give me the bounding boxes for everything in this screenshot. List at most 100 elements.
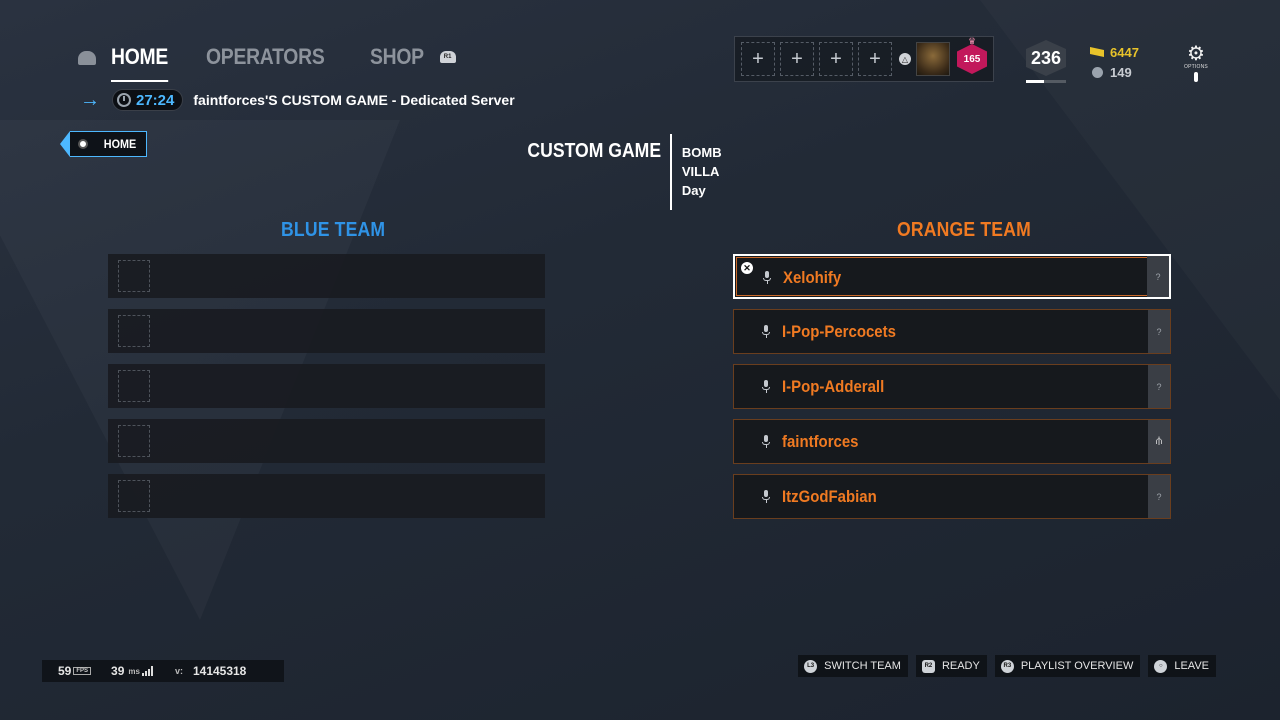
rank-badge: ♛ 165 [955,36,989,78]
player-slot[interactable]: ✕ Xelohify ? [733,254,1171,299]
playlist-overview-button[interactable]: R3 PLAYLIST OVERVIEW [994,655,1141,677]
ping-value: 39 [111,664,125,678]
clock-icon [117,93,131,107]
status-badge: ? [1148,475,1170,518]
divider [669,134,672,210]
tab-home[interactable]: HOME [111,44,168,82]
game-mode: BOMB [681,145,722,160]
level-value: 236 [1026,40,1066,76]
gear-icon: ⚙ [1187,43,1205,65]
timer-value: 27:24 [136,91,175,109]
empty-avatar-placeholder [118,480,150,512]
player-level: 236 [1026,40,1066,84]
renown-icon [1090,47,1104,57]
microphone-icon [762,435,770,449]
invite-slot-button[interactable]: + [858,42,892,76]
player-name: ItzGodFabian [782,487,877,506]
game-info: CUSTOM GAME BOMB VILLA Day [508,134,722,210]
server-name: faintforces'S CUSTOM GAME - Dedicated Se… [193,92,515,108]
tab-shop[interactable]: SHOP [370,44,424,76]
r1-shoulder-icon: R1 [439,51,456,63]
empty-player-slot[interactable] [108,309,545,353]
game-time-of-day: Day [681,183,706,198]
renown-value: 6447 [1110,44,1139,60]
player-slot[interactable]: ItzGodFabian ? [733,474,1171,519]
player-name: I-Pop-Adderall [782,377,885,396]
fps-value: 59 [58,664,72,678]
leave-button[interactable]: ○ LEAVE [1148,655,1216,677]
l1-shoulder-icon [78,51,96,65]
empty-player-slot[interactable] [108,474,545,518]
empty-player-slot[interactable] [108,254,545,298]
fps-label: FPS [73,667,92,675]
breadcrumb-label: HOME [103,137,137,151]
microphone-icon [763,271,771,285]
status-badge: ? [1148,365,1170,408]
microphone-icon [762,380,770,394]
options-label: OPTIONS [1184,64,1208,70]
tab-operators[interactable]: OPERATORS [206,44,325,76]
triangle-button-icon: △ [899,53,911,65]
empty-avatar-placeholder [118,370,150,402]
performance-stats: 59 FPS 39 ms v: 14145318 [42,660,284,682]
invite-slot-button[interactable]: + [741,42,775,76]
ping-unit: ms [128,666,140,676]
action-label: LEAVE [1174,660,1209,672]
l3-button-icon: L3 [804,659,818,673]
level-progress-bar [1026,80,1066,83]
circle-button-icon: ○ [1154,659,1168,673]
empty-avatar-placeholder [118,425,150,457]
orange-team-list: ✕ Xelohify ? I-Pop-Percocets ? I-Pop-Add… [733,254,1171,529]
player-name: faintforces [782,432,859,451]
level-progress-fill [1026,80,1044,83]
microphone-icon [762,325,770,339]
status-badge: ? [1147,256,1169,297]
empty-player-slot[interactable] [108,419,545,463]
player-slot[interactable]: I-Pop-Percocets ? [733,309,1171,354]
host-icon: ⫛ [1148,420,1170,463]
r2-button-icon: R2 [921,659,935,673]
player-slot[interactable]: I-Pop-Adderall ? [733,364,1171,409]
invite-slot-button[interactable]: + [780,42,814,76]
player-slot[interactable]: faintforces ⫛ [733,419,1171,464]
r6-credits-icon [1092,66,1103,78]
session-bar: → 27:24 faintforces'S CUSTOM GAME - Dedi… [80,88,515,112]
r3-button-icon: R3 [1000,659,1014,673]
blue-team-list [108,254,545,529]
action-label: SWITCH TEAM [824,660,901,672]
switch-team-button[interactable]: L3 SWITCH TEAM [798,655,908,677]
player-name: I-Pop-Percocets [782,322,896,341]
empty-player-slot[interactable] [108,364,545,408]
breadcrumb[interactable]: HOME [60,131,147,157]
version-value: 14145318 [192,664,247,678]
action-bar: L3 SWITCH TEAM R2 READY R3 PLAYLIST OVER… [798,655,1216,677]
empty-avatar-placeholder [118,315,150,347]
microphone-icon [762,490,770,504]
avatar[interactable] [916,42,950,76]
player-name: Xelohify [783,268,842,287]
orange-team-title: ORANGE TEAM [897,219,1031,241]
home-dot-icon [78,139,88,149]
options-button[interactable]: ⚙ OPTIONS [1180,44,1212,84]
session-timer: 27:24 [112,89,184,111]
status-badge: ? [1148,310,1170,353]
main-nav: HOME OPERATORS SHOP R1 [78,40,456,82]
squad-panel: + + + + △ ♛ 165 [734,36,994,82]
action-label: PLAYLIST OVERVIEW [1020,660,1134,672]
close-icon[interactable]: ✕ [741,262,753,274]
game-map: VILLA [681,164,720,179]
empty-avatar-placeholder [118,260,150,292]
ready-button[interactable]: R2 READY [915,655,987,677]
action-label: READY [941,660,980,672]
rank-level: 165 [957,44,987,74]
back-arrow-icon [60,131,70,157]
signal-icon [141,666,153,676]
game-title: CUSTOM GAME [527,140,662,162]
options-indicator [1194,72,1198,82]
currency-panel: 6447 149 [1090,42,1139,82]
version-label: v: [174,666,183,676]
arrow-right-icon: → [80,88,100,111]
invite-slot-button[interactable]: + [819,42,853,76]
blue-team-title: BLUE TEAM [281,219,386,241]
credits-value: 149 [1110,64,1132,80]
